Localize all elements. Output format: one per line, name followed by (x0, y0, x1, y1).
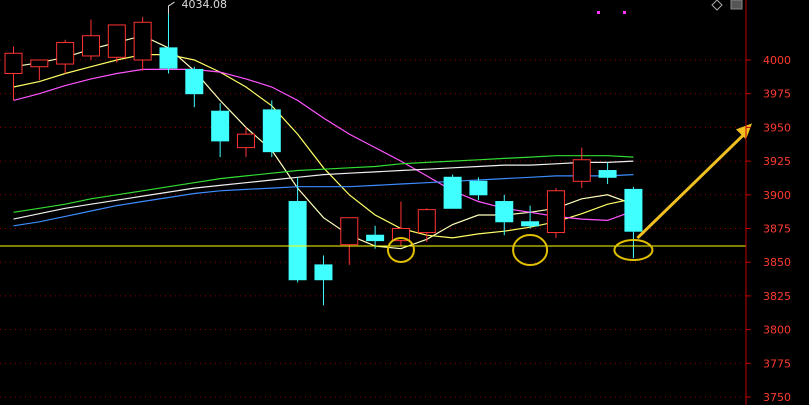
candle (4, 46, 23, 101)
pink-marker (597, 11, 600, 14)
candle (30, 59, 49, 81)
candle-body (314, 264, 333, 281)
diamond-icon[interactable] (711, 0, 723, 11)
candle (340, 217, 359, 265)
trend-arrow-head (736, 123, 752, 140)
scrollbar-handle[interactable] (730, 0, 743, 10)
candle-body (340, 217, 359, 246)
y-tick-label: 3775 (763, 357, 791, 370)
y-tick-label: 3750 (763, 391, 791, 404)
peak-label: 4034.08 (181, 0, 227, 11)
candle (159, 14, 178, 74)
candle-body (262, 109, 281, 153)
candle-body (495, 201, 514, 223)
candle (81, 19, 100, 60)
candle-body (366, 234, 385, 242)
candle-body (30, 59, 49, 68)
candle-body (211, 110, 230, 142)
candles (4, 14, 643, 306)
candle-body (236, 133, 255, 149)
y-tick-label: 3975 (763, 88, 791, 101)
candle-body (185, 68, 204, 95)
price-axis: 3750 3775 3800 3825 3850 3875 3900 3925 3950 3975… (745, 0, 791, 405)
candle-body (469, 180, 488, 196)
candle-body (443, 176, 462, 209)
ma-line-ma5 (13, 35, 634, 250)
candlestick-chart: 4034.08 3750 3775 3800 3825 3850 3875 3900 3925… (0, 0, 791, 405)
candle-body (107, 24, 126, 58)
candle (314, 255, 333, 306)
y-tick-label: 3825 (763, 290, 791, 303)
candle (366, 225, 385, 249)
candle-body (133, 21, 152, 61)
y-tick-label: 3900 (763, 189, 791, 202)
y-tick-label: 4000 (763, 54, 791, 67)
y-tick-label: 3950 (763, 121, 791, 134)
peak-pointer (167, 1, 175, 15)
candle (236, 127, 255, 158)
candle (521, 205, 540, 229)
candle-body (56, 41, 75, 65)
candle-body (624, 188, 643, 232)
candle (288, 177, 307, 283)
candle (417, 208, 436, 242)
y-tick-label: 3800 (763, 324, 791, 337)
candle (546, 188, 565, 238)
candle (443, 174, 462, 209)
candle (56, 39, 75, 74)
y-tick-label: 3850 (763, 256, 791, 269)
y-tick-label: 3925 (763, 155, 791, 168)
candle (572, 147, 591, 189)
ma-line-ma20 (13, 68, 634, 222)
candle (107, 24, 126, 63)
candle (495, 194, 514, 236)
candle-body (521, 221, 540, 227)
candle-body (4, 52, 23, 74)
candle-body (159, 47, 178, 69)
candle-body (546, 190, 565, 234)
candle-body (572, 159, 591, 182)
moving-average-lines (13, 35, 634, 250)
candle (624, 186, 643, 259)
candle (185, 66, 204, 108)
trend-arrow (636, 131, 748, 240)
candle-body (417, 209, 436, 234)
candle-body (81, 35, 100, 57)
y-tick-label: 3875 (763, 223, 791, 236)
candle-body (598, 170, 617, 178)
window-chrome (597, 0, 743, 14)
candle-body (288, 201, 307, 281)
candle (598, 162, 617, 185)
pink-marker (623, 11, 626, 14)
candle (211, 103, 230, 158)
highlight-circle (512, 234, 549, 267)
candle (262, 100, 281, 158)
candle (133, 16, 152, 71)
